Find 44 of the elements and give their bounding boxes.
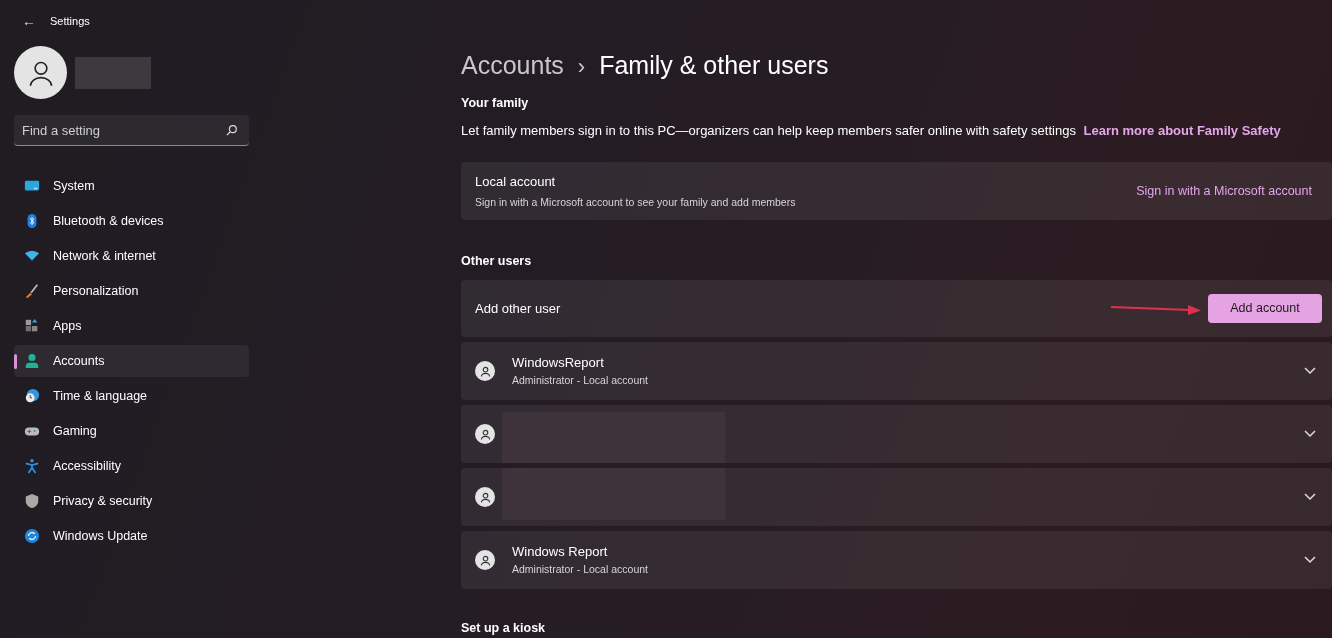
sidebar-item[interactable]: Personalization	[14, 275, 249, 307]
card-description: Sign in with a Microsoft account to see your family and add members	[475, 195, 797, 211]
selection-indicator	[14, 354, 17, 369]
search-field[interactable]: Find a setting	[14, 115, 249, 146]
sidebar-item[interactable]: Privacy & security	[14, 485, 249, 517]
section-heading: Set up a kiosk	[461, 620, 547, 637]
clock-icon	[24, 388, 40, 404]
row-label: Add other user	[475, 299, 562, 318]
section-heading: Other users	[461, 253, 533, 271]
user-name: WindowsReport	[512, 354, 605, 373]
user-row[interactable]	[461, 405, 1332, 463]
user-row[interactable]: Windows Report Administrator - Local account	[461, 531, 1332, 589]
person-icon	[24, 353, 40, 369]
card-title: Local account	[475, 172, 557, 191]
microsoft-signin-link[interactable]: Sign in with a Microsoft account	[1136, 181, 1322, 201]
section-description: Let family members sign in to this PC—organizers can help keep members safer online with safety settings Learn more about Family Safety	[461, 121, 1282, 140]
accessibility-icon	[24, 458, 40, 474]
user-role: Administrator - Local account	[512, 372, 649, 388]
sidebar-item[interactable]: Accounts	[14, 345, 249, 377]
breadcrumb-separator: ›	[577, 52, 586, 81]
shield-icon	[24, 493, 40, 509]
sidebar-item[interactable]: Time & language	[14, 380, 249, 412]
user-row[interactable]	[461, 468, 1332, 526]
section-heading: Your family	[461, 95, 530, 112]
sync-icon	[24, 528, 40, 544]
apps-icon	[24, 318, 40, 334]
sidebar-item[interactable]: Accessibility	[14, 450, 249, 482]
search-icon	[226, 124, 238, 136]
add-account-button[interactable]: Add account	[1208, 294, 1322, 323]
family-safety-link[interactable]: Learn more about Family Safety	[1083, 122, 1281, 138]
sidebar-item[interactable]: Windows Update	[14, 520, 249, 552]
window-title: Settings	[50, 13, 90, 29]
sidebar-item[interactable]: Bluetooth & devices	[14, 205, 249, 237]
user-row[interactable]: WindowsReport Administrator - Local account	[461, 342, 1332, 400]
page-title: Family & other users	[599, 50, 829, 82]
back-button[interactable]: ←	[14, 10, 42, 32]
sidebar-item[interactable]: Network & internet	[14, 240, 249, 272]
brush-icon	[24, 283, 40, 299]
user-name: Windows Report	[512, 543, 609, 562]
sidebar-item[interactable]: Apps	[14, 310, 249, 342]
sidebar-item[interactable]: System	[14, 170, 249, 202]
user-role: Administrator - Local account	[512, 561, 649, 577]
sidebar-item[interactable]: Gaming	[14, 415, 249, 447]
breadcrumb-link[interactable]: Accounts	[461, 47, 564, 85]
